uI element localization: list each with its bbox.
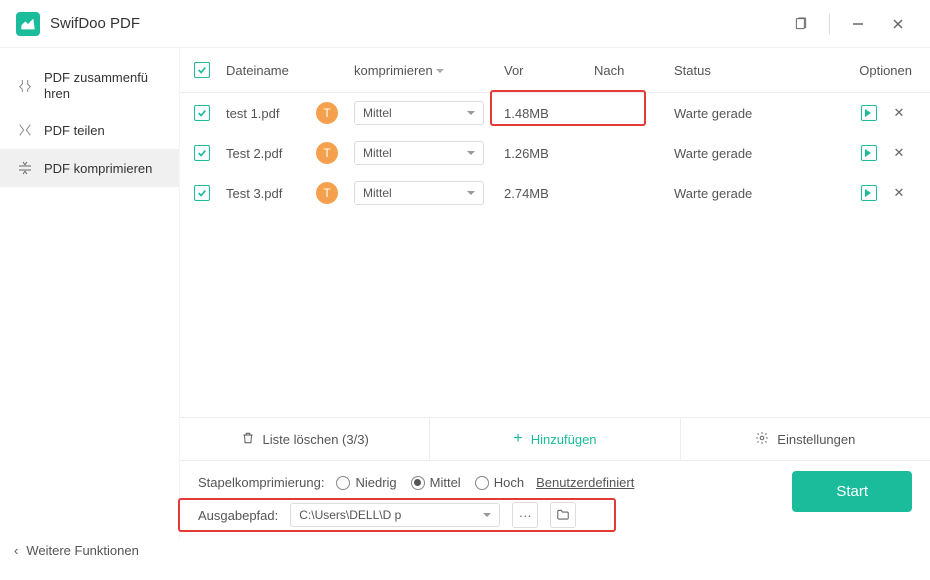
add-file-button[interactable]: + Hinzufügen	[429, 418, 679, 460]
file-table: Dateiname komprimieren Vor Nach Status O…	[180, 48, 930, 213]
output-label: Ausgabepfad:	[198, 508, 278, 523]
table-row: Test 3.pdf T Mittel 2.74MB Warte gerade	[180, 173, 930, 213]
minimize-icon[interactable]	[842, 8, 874, 40]
play-icon	[861, 145, 877, 161]
cell-status: Warte gerade	[666, 173, 840, 213]
window-action-icon[interactable]	[785, 8, 817, 40]
sidebar-item-label: PDF komprimieren	[44, 161, 152, 176]
cell-filename: test 1.pdf	[218, 93, 308, 134]
compress-select[interactable]: Mittel	[354, 101, 484, 125]
col-status: Status	[666, 48, 840, 93]
play-icon	[861, 185, 877, 201]
cell-before: 1.26MB	[496, 133, 586, 173]
divider	[829, 14, 830, 34]
type-badge-icon: T	[316, 182, 338, 204]
clear-list-button[interactable]: Liste löschen (3/3)	[180, 418, 429, 460]
run-row-button[interactable]	[860, 104, 878, 122]
cell-before: 2.74MB	[496, 173, 586, 213]
cell-status: Warte gerade	[666, 133, 840, 173]
select-all-checkbox[interactable]	[194, 62, 210, 78]
table-row: test 1.pdf T Mittel 1.48MB Warte gerade	[180, 93, 930, 134]
cell-status: Warte gerade	[666, 93, 840, 134]
more-path-button[interactable]: ···	[512, 502, 538, 528]
output-path-select[interactable]: C:\Users\DELL\D p	[290, 503, 500, 527]
sidebar-item-compress[interactable]: PDF komprimieren	[0, 149, 179, 187]
sort-icon	[436, 69, 444, 77]
remove-row-button[interactable]	[890, 144, 908, 162]
titlebar-actions	[785, 8, 914, 40]
titlebar: SwifDoo PDF	[0, 0, 930, 48]
remove-row-button[interactable]	[890, 184, 908, 202]
radio-high[interactable]: Hoch	[475, 475, 524, 490]
app-title: SwifDoo PDF	[50, 15, 785, 32]
start-button[interactable]: Start	[792, 471, 912, 512]
batch-label: Stapelkomprimierung:	[198, 475, 324, 490]
app-logo	[16, 12, 40, 36]
col-compress[interactable]: komprimieren	[346, 48, 496, 93]
custom-link[interactable]: Benutzerdefiniert	[536, 475, 634, 490]
browse-folder-button[interactable]	[550, 502, 576, 528]
batch-radio-group: Niedrig Mittel Hoch	[336, 475, 524, 490]
remove-row-button[interactable]	[890, 104, 908, 122]
cell-before: 1.48MB	[496, 93, 586, 134]
sidebar: PDF zusammenfü hren PDF teilen PDF kompr…	[0, 48, 180, 540]
radio-low[interactable]: Niedrig	[336, 475, 396, 490]
col-options: Optionen	[840, 48, 930, 93]
col-after: Nach	[586, 48, 666, 93]
cell-after	[586, 133, 666, 173]
type-badge-icon: T	[316, 102, 338, 124]
split-icon	[16, 121, 34, 139]
run-row-button[interactable]	[860, 144, 878, 162]
cell-filename: Test 2.pdf	[218, 133, 308, 173]
action-bar: Liste löschen (3/3) + Hinzufügen Einstel…	[180, 417, 930, 461]
sidebar-item-merge[interactable]: PDF zusammenfü hren	[0, 60, 179, 111]
footer: Stapelkomprimierung: Niedrig Mittel Hoch…	[180, 461, 930, 540]
col-filename: Dateiname	[218, 48, 308, 93]
compress-icon	[16, 159, 34, 177]
trash-icon	[241, 431, 255, 448]
row-checkbox[interactable]	[194, 185, 210, 201]
row-checkbox[interactable]	[194, 105, 210, 121]
row-checkbox[interactable]	[194, 145, 210, 161]
compress-select[interactable]: Mittel	[354, 141, 484, 165]
cell-after	[586, 173, 666, 213]
compress-select[interactable]: Mittel	[354, 181, 484, 205]
col-before: Vor	[496, 48, 586, 93]
plus-icon: +	[513, 430, 522, 448]
chevron-left-icon: ‹	[14, 543, 18, 558]
table-row: Test 2.pdf T Mittel 1.26MB Warte gerade	[180, 133, 930, 173]
more-functions-link[interactable]: ‹ Weitere Funktionen	[14, 543, 139, 558]
type-badge-icon: T	[316, 142, 338, 164]
sidebar-item-split[interactable]: PDF teilen	[0, 111, 179, 149]
sidebar-item-label: PDF teilen	[44, 123, 105, 138]
cell-filename: Test 3.pdf	[218, 173, 308, 213]
radio-mid[interactable]: Mittel	[411, 475, 461, 490]
settings-button[interactable]: Einstellungen	[680, 418, 930, 460]
run-row-button[interactable]	[860, 184, 878, 202]
cell-after	[586, 93, 666, 134]
merge-icon	[16, 77, 34, 95]
play-icon	[861, 105, 877, 121]
gear-icon	[755, 431, 769, 448]
content: Dateiname komprimieren Vor Nach Status O…	[180, 48, 930, 540]
sidebar-item-label: PDF zusammenfü hren	[44, 70, 148, 101]
close-icon[interactable]	[882, 8, 914, 40]
